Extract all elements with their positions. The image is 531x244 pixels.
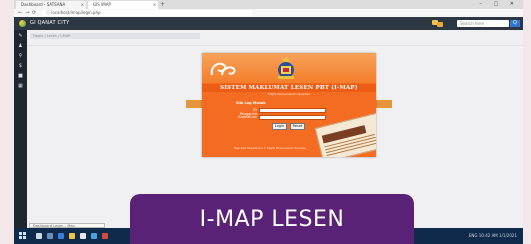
search-input[interactable]: Search here (457, 20, 509, 27)
dollar-icon[interactable]: $ (14, 63, 27, 69)
password-input[interactable] (259, 115, 326, 120)
login-button[interactable]: Login (272, 123, 287, 130)
tab-title: GIS IMAP (93, 2, 111, 7)
login-title: SISTEM MAKLUMAT LESEN PBT (I-MAP) (220, 85, 358, 91)
browser-tab-imap[interactable]: GIS IMAP ✕ (88, 1, 158, 9)
app-logo-icon (19, 20, 26, 27)
camera-icon[interactable]: ■ (14, 73, 27, 79)
login-title-band: SISTEM MAKLUMAT LESEN PBT (I-MAP) (202, 84, 376, 92)
close-icon[interactable]: ✕ (81, 1, 84, 9)
divider (27, 45, 523, 46)
system-tray[interactable]: ENG 10:42 AM 1/1/2021 (469, 228, 517, 244)
user-id-input[interactable] (259, 108, 326, 113)
forward-icon[interactable]: → (25, 9, 29, 17)
url-input[interactable]: ⓘ localhost/imap/login.php (42, 10, 252, 16)
browser-tab-dashboard[interactable]: Dashboard - SATSANA ✕ (16, 1, 86, 9)
browser-tab-bar: Dashboard - SATSANA ✕ GIS IMAP ✕ + – □ ✕ (14, 0, 523, 9)
login-section-label: Sila Log Masuk (236, 101, 266, 105)
task-view-icon[interactable] (47, 233, 53, 239)
crest-logo-icon (278, 57, 294, 79)
app-title: GI QANAT CITY (30, 20, 70, 26)
mail-icon[interactable] (91, 233, 97, 239)
chrome-icon[interactable] (102, 233, 108, 239)
back-icon[interactable]: ← (18, 9, 22, 17)
new-tab-button[interactable]: + (160, 1, 165, 8)
login-subtitle: Majlis Perbandaran Kuantan (268, 92, 310, 96)
search-button[interactable]: Q (510, 20, 520, 27)
password-label: Katalaluan (238, 115, 257, 119)
windows-start-icon[interactable] (19, 232, 26, 239)
page-frame-right (523, 0, 531, 244)
search-icon[interactable] (36, 233, 42, 239)
reload-icon[interactable]: ⟳ (32, 9, 36, 17)
close-icon[interactable]: ✕ (153, 1, 156, 9)
breadcrumb: Home / Lesen / I-MAP (30, 33, 200, 39)
reset-button[interactable]: Reset (290, 123, 305, 130)
app-header: GI QANAT CITY Search here Q ≡ (14, 17, 529, 30)
swirl-logo-icon (210, 62, 236, 76)
decor-strip-left (186, 100, 202, 108)
tab-title: Dashboard - SATSANA (21, 2, 66, 7)
menu-icon[interactable]: ≡ (524, 17, 529, 30)
store-icon[interactable] (80, 233, 86, 239)
page-frame-left (0, 0, 14, 244)
layers-icon[interactable] (432, 20, 444, 27)
pin-icon[interactable]: ⚲ (14, 53, 27, 59)
caption-text: I-MAP LESEN (199, 207, 345, 232)
pencil-icon[interactable]: ✎ (14, 33, 27, 39)
grid-icon[interactable]: ▦ (14, 83, 27, 89)
login-panel: SISTEM MAKLUMAT LESEN PBT (I-MAP) Majlis… (202, 53, 376, 157)
window-controls[interactable]: – □ ✕ (479, 0, 519, 9)
map-toolbar: ✎ ♟ ⚲ $ ■ ▦ (14, 30, 27, 228)
folder-icon[interactable] (69, 233, 75, 239)
caption-banner: I-MAP LESEN (130, 194, 414, 244)
person-icon[interactable]: ♟ (14, 43, 27, 49)
decor-strip-right (376, 100, 392, 108)
edge-icon[interactable] (58, 233, 64, 239)
login-footer: Hakcipta Terpelihara © Majlis Perbandara… (233, 146, 307, 150)
